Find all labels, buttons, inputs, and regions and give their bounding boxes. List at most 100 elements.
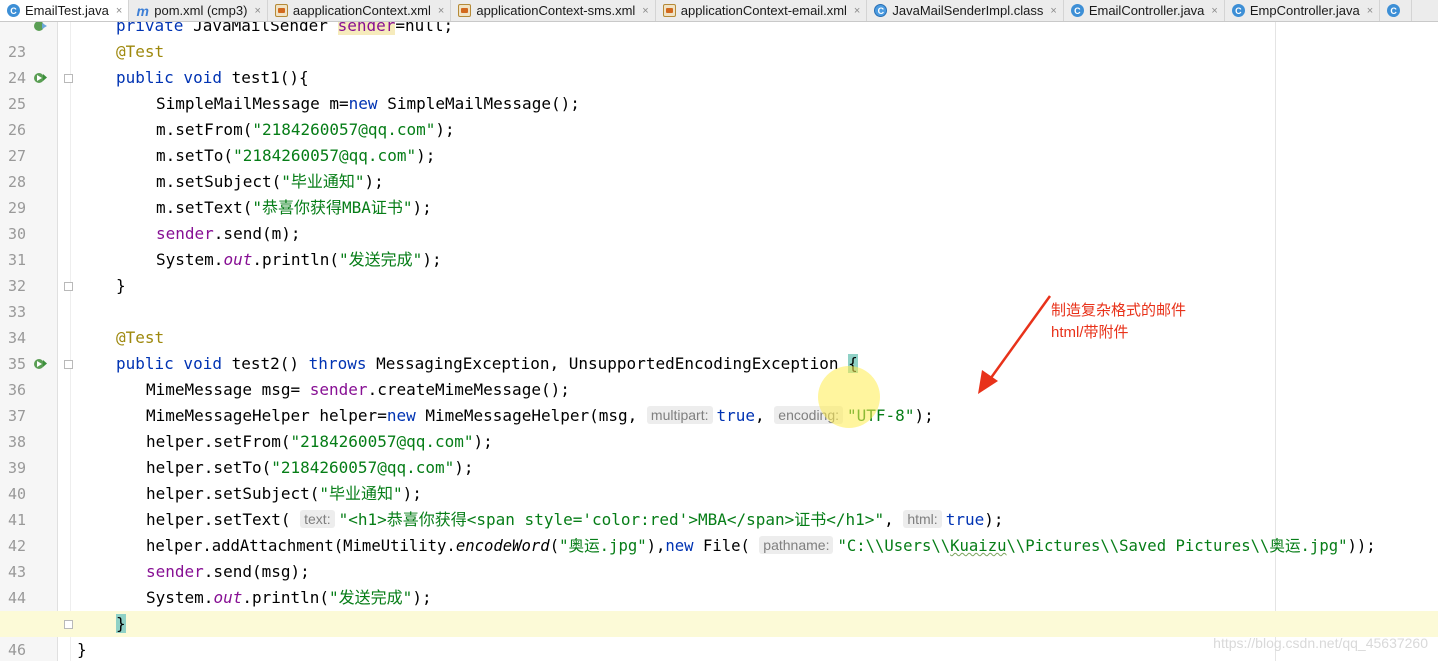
code-line[interactable]: 35 @Test xyxy=(0,325,1438,373)
close-icon[interactable]: × xyxy=(642,5,648,17)
code-line[interactable]: 23 private JavaMailSender sender=null; xyxy=(0,22,1438,61)
tab-applicationcontext-email-xml[interactable]: applicationContext-email.xml × xyxy=(656,0,868,21)
close-icon[interactable]: × xyxy=(254,5,260,17)
xml-file-icon xyxy=(458,4,472,17)
tab-label: aapplicationContext.xml xyxy=(292,3,431,18)
watermark: https://blog.csdn.net/qq_45637260 xyxy=(1213,635,1428,651)
maven-icon: m xyxy=(136,2,149,19)
parameter-hint: html: xyxy=(903,510,942,528)
parameter-hint: pathname: xyxy=(759,536,834,554)
editor-tab-bar: C EmailTest.java × m pom.xml (cmp3) × aa… xyxy=(0,0,1438,22)
parameter-hint: multipart: xyxy=(646,406,713,424)
code-line[interactable]: 31 sender.send(m); xyxy=(0,221,1438,269)
code-text: helper.addAttachment(MimeUtility.encodeW… xyxy=(146,536,1376,555)
run-test-icon[interactable] xyxy=(33,357,48,371)
tab-label: applicationContext-sms.xml xyxy=(476,3,636,18)
code-text: m.setText("恭喜你获得MBA证书"); xyxy=(156,198,432,217)
code-text: public void test1(){ xyxy=(116,68,309,87)
code-text: } xyxy=(116,611,126,637)
code-text: helper.setTo("2184260057@qq.com"); xyxy=(146,458,474,477)
xml-file-icon xyxy=(274,4,288,17)
fold-toggle-icon[interactable] xyxy=(64,620,73,629)
tab-aapplicationcontext-xml[interactable]: aapplicationContext.xml × xyxy=(268,0,452,21)
tab-pom-xml[interactable]: m pom.xml (cmp3) × xyxy=(129,0,268,21)
fold-toggle-icon[interactable] xyxy=(64,360,73,369)
code-line[interactable]: 24 @Test xyxy=(0,39,1438,87)
code-line[interactable]: 34 xyxy=(0,299,1438,347)
code-text: private JavaMailSender sender=null; xyxy=(116,22,453,39)
code-line[interactable]: 26 SimpleMailMessage m=new SimpleMailMes… xyxy=(0,91,1438,139)
tab-applicationcontext-sms-xml[interactable]: applicationContext-sms.xml × xyxy=(451,0,656,21)
run-test-icon[interactable] xyxy=(33,71,48,85)
code-text: MimeMessageHelper helper=new MimeMessage… xyxy=(146,406,934,425)
code-line[interactable]: 43 helper.addAttachment(MimeUtility.enco… xyxy=(0,533,1438,581)
code-line[interactable]: 41 helper.setSubject("毕业通知"); xyxy=(0,481,1438,529)
code-text: sender.send(m); xyxy=(156,224,301,243)
tab-emailcontroller-java[interactable]: C EmailController.java × xyxy=(1064,0,1225,21)
matched-brace: } xyxy=(116,614,126,633)
cursor-highlight xyxy=(818,366,880,428)
fold-toggle-icon[interactable] xyxy=(64,74,73,83)
close-icon[interactable]: × xyxy=(438,5,444,17)
close-icon[interactable]: × xyxy=(1211,5,1217,17)
code-line[interactable]: 27 m.setFrom("2184260057@qq.com"); xyxy=(0,117,1438,165)
annotation-note: 制造复杂格式的邮件 html/带附件 xyxy=(1051,300,1186,344)
close-icon[interactable]: × xyxy=(854,5,860,17)
parameter-hint: text: xyxy=(300,510,335,528)
class-file-icon: C xyxy=(874,4,888,17)
code-line[interactable]: 28 m.setTo("2184260057@qq.com"); xyxy=(0,143,1438,191)
code-text: public void test2() throws MessagingExce… xyxy=(116,354,858,373)
code-line[interactable]: 42 helper.setText( text: "<h1>恭喜你获得<span … xyxy=(0,507,1438,555)
code-text: helper.setFrom("2184260057@qq.com"); xyxy=(146,432,493,451)
code-text: m.setTo("2184260057@qq.com"); xyxy=(156,146,436,165)
gutter-bean-icon[interactable] xyxy=(33,22,48,33)
code-text: @Test xyxy=(116,328,165,347)
annotation-line-2: html/带附件 xyxy=(1051,324,1129,341)
code-line[interactable]: 39 helper.setFrom("2184260057@qq.com"); xyxy=(0,429,1438,477)
fold-toggle-icon[interactable] xyxy=(64,282,73,291)
code-line[interactable]: 40 helper.setTo("2184260057@qq.com"); xyxy=(0,455,1438,503)
code-line[interactable]: 45 System.out.println("发送完成"); xyxy=(0,585,1438,633)
code-editor[interactable]: 23 private JavaMailSender sender=null; 2… xyxy=(0,22,1438,661)
close-icon[interactable]: × xyxy=(1367,5,1373,17)
code-text: @Test xyxy=(116,42,165,61)
close-icon[interactable]: × xyxy=(1050,5,1056,17)
tab-label: JavaMailSenderImpl.class xyxy=(892,3,1044,18)
annotation-line-1: 制造复杂格式的邮件 xyxy=(1051,302,1187,319)
java-class-icon: C xyxy=(7,4,20,17)
tab-label: pom.xml (cmp3) xyxy=(154,3,248,18)
code-line[interactable]: 29 m.setSubject("毕业通知"); xyxy=(0,169,1438,217)
code-text: } xyxy=(116,276,126,295)
code-line[interactable]: 36 public void test2() throws MessagingE… xyxy=(0,351,1438,399)
tab-label: EmailTest.java xyxy=(25,3,109,18)
spelling-warning: Kuaizu xyxy=(950,537,1007,555)
code-line[interactable]: 37 MimeMessage msg= sender.createMimeMes… xyxy=(0,377,1438,425)
tab-empcontroller-java[interactable]: C EmpController.java × xyxy=(1225,0,1381,21)
code-line-current[interactable]: 46 } xyxy=(0,611,1438,659)
code-line[interactable]: 38 MimeMessageHelper helper=new MimeMess… xyxy=(0,403,1438,451)
code-text: helper.setSubject("毕业通知"); xyxy=(146,484,422,503)
code-text: helper.setText( text: "<h1>恭喜你获得<span sty… xyxy=(146,510,1004,529)
code-line[interactable]: 44 sender.send(msg); xyxy=(0,559,1438,607)
xml-file-icon xyxy=(662,4,676,17)
java-class-icon: C xyxy=(1070,4,1084,17)
red-arrow-icon xyxy=(978,295,1052,394)
code-text: System.out.println("发送完成"); xyxy=(146,588,432,607)
code-text: m.setFrom("2184260057@qq.com"); xyxy=(156,120,455,139)
tab-label: applicationContext-email.xml xyxy=(680,3,847,18)
tab-emailtest-java[interactable]: C EmailTest.java × xyxy=(0,0,130,21)
tab-javamailsenderimpl-class[interactable]: C JavaMailSenderImpl.class × xyxy=(867,0,1064,21)
code-line[interactable]: 33 } xyxy=(0,273,1438,321)
code-text: m.setSubject("毕业通知"); xyxy=(156,172,384,191)
close-icon[interactable]: × xyxy=(116,5,122,17)
tab-label: EmpController.java xyxy=(1249,3,1360,18)
code-text: } xyxy=(77,640,87,659)
tab-label: EmailController.java xyxy=(1088,3,1205,18)
tab-overflow[interactable]: C xyxy=(1380,0,1413,21)
code-line[interactable]: 30 m.setText("恭喜你获得MBA证书"); xyxy=(0,195,1438,243)
code-line[interactable]: 32 System.out.println("发送完成"); xyxy=(0,247,1438,295)
code-text: System.out.println("发送完成"); xyxy=(156,250,442,269)
code-line[interactable]: 25 public void test1(){ xyxy=(0,65,1438,113)
java-class-icon: C xyxy=(1231,4,1245,17)
code-text: sender.send(msg); xyxy=(146,562,310,581)
